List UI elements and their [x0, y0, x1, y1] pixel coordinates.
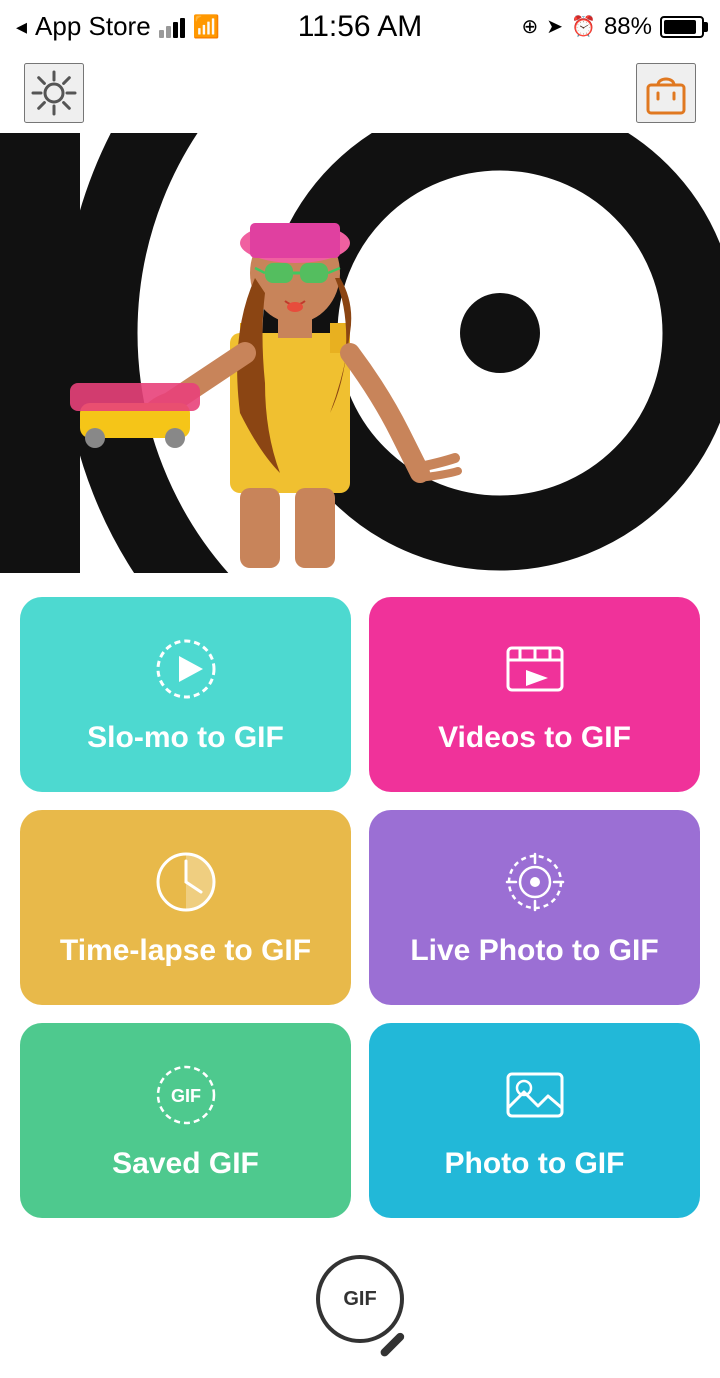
film-play-icon — [500, 634, 570, 704]
play-circle-dashed-icon — [151, 634, 221, 704]
savedgif-label: Saved GIF — [112, 1146, 259, 1182]
livephoto-button[interactable]: Live Photo to GIF — [369, 810, 700, 1005]
alarm-icon: ⏰ — [571, 14, 596, 39]
savedgif-button[interactable]: GIF Saved GIF — [20, 1023, 351, 1218]
slo-mo-button[interactable]: Slo-mo to GIF — [20, 597, 351, 792]
timelapse-button[interactable]: Time-lapse to GIF — [20, 810, 351, 1005]
clock-half-icon — [151, 847, 221, 917]
app-header — [0, 53, 720, 133]
photogif-label: Photo to GIF — [445, 1146, 625, 1182]
status-bar: ◂ App Store 📶 11:56 AM ⊕ ➤ ⏰ 88% — [0, 0, 720, 53]
livephoto-label: Live Photo to GIF — [410, 933, 658, 969]
gif-search-label: GIF — [343, 1288, 376, 1311]
settings-button[interactable] — [24, 63, 84, 123]
gear-icon — [28, 67, 80, 119]
battery-percent: 88% — [604, 13, 652, 41]
status-left: ◂ App Store 📶 — [16, 11, 220, 42]
wifi-icon: 📶 — [193, 14, 220, 40]
videos-button[interactable]: Videos to GIF — [369, 597, 700, 792]
timelapse-label: Time-lapse to GIF — [60, 933, 311, 969]
gif-dashed-icon: GIF — [151, 1060, 221, 1130]
gif-search-button[interactable]: GIF — [305, 1244, 415, 1354]
target-dashed-icon — [500, 847, 570, 917]
bottom-search-bar: GIF — [0, 1228, 720, 1378]
photogif-button[interactable]: Photo to GIF — [369, 1023, 700, 1218]
status-right: ⊕ ➤ ⏰ 88% — [522, 13, 704, 41]
feature-grid: Slo-mo to GIF Videos to GIF — [0, 573, 720, 1228]
slo-mo-label: Slo-mo to GIF — [87, 720, 284, 756]
shopping-bag-icon — [640, 67, 692, 119]
hero-banner — [0, 133, 720, 573]
hero-figure — [0, 133, 720, 573]
signal-icon — [159, 16, 185, 38]
status-time: 11:56 AM — [298, 10, 423, 44]
svg-text:GIF: GIF — [171, 1086, 201, 1106]
navigate-icon: ➤ — [546, 14, 563, 39]
carrier-label: App Store — [35, 11, 151, 42]
battery-icon — [660, 16, 704, 38]
location-icon: ⊕ — [522, 14, 539, 39]
shop-button[interactable] — [636, 63, 696, 123]
image-icon — [500, 1060, 570, 1130]
back-arrow-icon: ◂ — [16, 14, 27, 40]
videos-label: Videos to GIF — [438, 720, 631, 756]
